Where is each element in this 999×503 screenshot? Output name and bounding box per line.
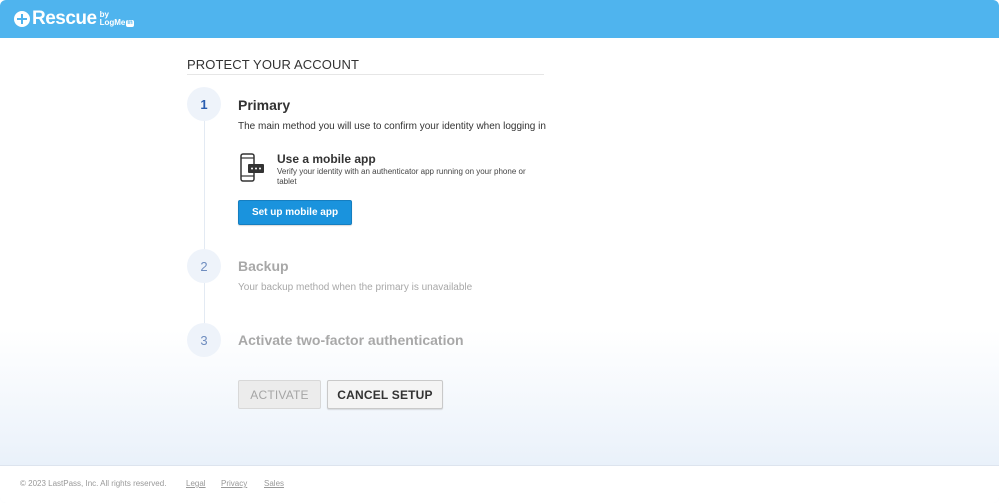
- step-2-title: Backup: [238, 258, 289, 274]
- step-1-number: 1: [187, 87, 221, 121]
- logo-by-logmein: by LogMe In: [100, 11, 134, 27]
- set-up-mobile-app-button[interactable]: Set up mobile app: [238, 200, 352, 225]
- step-1-title: Primary: [238, 97, 291, 113]
- step-3-title: Activate two-factor authentication: [238, 332, 464, 348]
- mobile-phone-icon: [240, 153, 264, 182]
- footer-link-legal[interactable]: Legal: [186, 479, 206, 488]
- step-timeline-line: [204, 104, 205, 340]
- step-2-description: Your backup method when the primary is u…: [238, 282, 473, 293]
- footer-link-sales[interactable]: Sales: [264, 479, 284, 488]
- logo-in-badge: In: [126, 19, 134, 27]
- step-3-number: 3: [187, 323, 221, 357]
- top-header-bar: Rescue by LogMe In: [0, 0, 999, 38]
- step-1-description: The main method you will use to confirm …: [238, 121, 546, 132]
- footer-copyright: © 2023 LastPass, Inc. All rights reserve…: [20, 479, 167, 488]
- activate-button[interactable]: ACTIVATE: [238, 380, 321, 409]
- step-2-number: 2: [187, 249, 221, 283]
- page-title: PROTECT YOUR ACCOUNT: [187, 57, 359, 72]
- logo-brand-text: Rescue: [32, 8, 97, 29]
- app-window: Rescue by LogMe In PROTECT YOUR ACCOUNT …: [0, 0, 999, 503]
- footer-link-privacy[interactable]: Privacy: [221, 479, 247, 488]
- rescue-logo[interactable]: Rescue by LogMe In: [14, 8, 134, 29]
- plus-circle-icon: [14, 11, 30, 27]
- cancel-setup-button[interactable]: CANCEL SETUP: [327, 380, 443, 409]
- mobile-app-method-description: Verify your identity with an authenticat…: [277, 167, 526, 186]
- title-divider: [187, 74, 544, 75]
- logo-logmein-text: LogMe: [99, 18, 126, 27]
- mobile-app-method-title: Use a mobile app: [277, 152, 376, 166]
